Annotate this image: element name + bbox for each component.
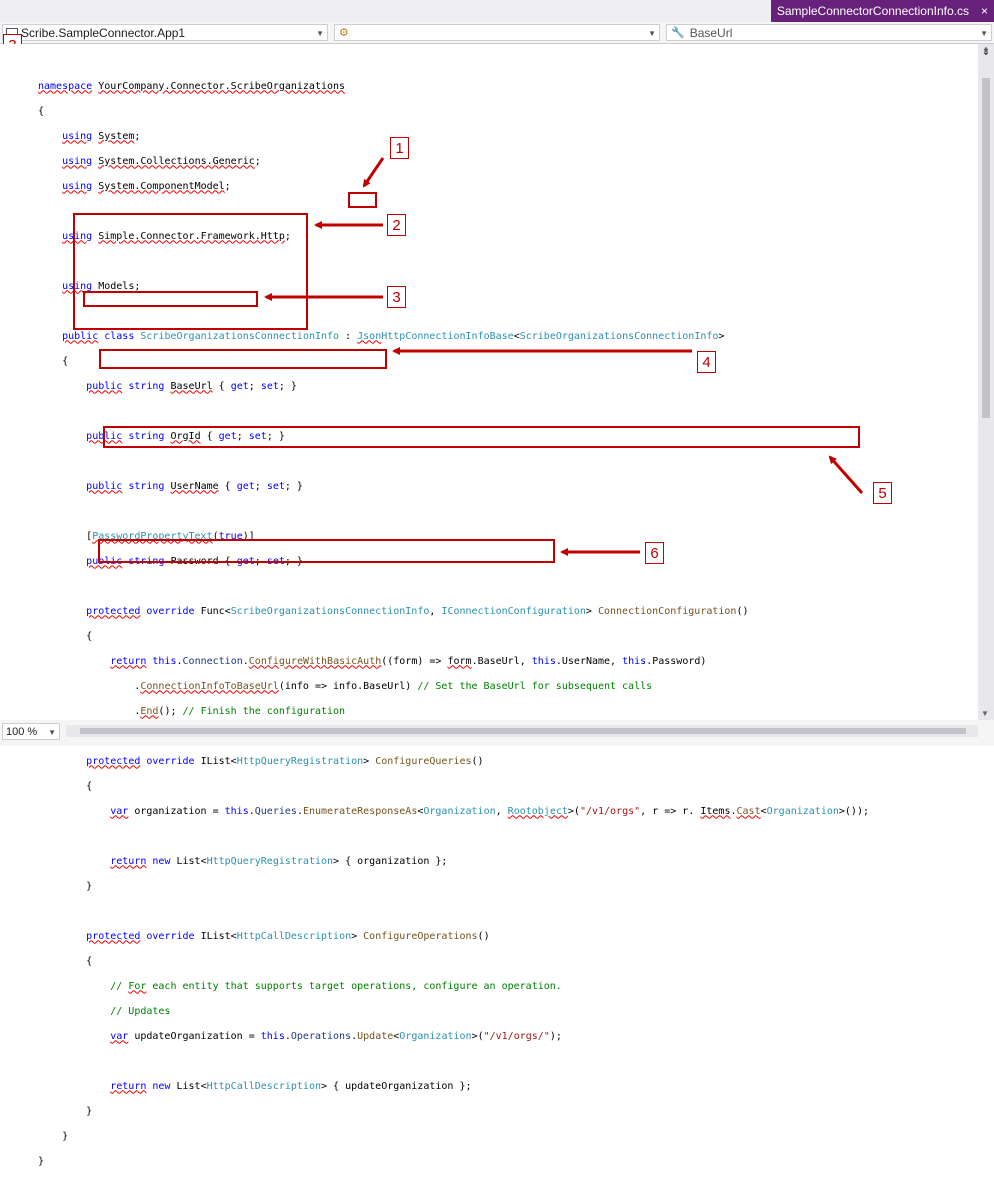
code-line: } xyxy=(38,1105,93,1117)
zoom-value: 100 % xyxy=(6,726,38,738)
code-line: { xyxy=(38,780,93,792)
zoom-dropdown[interactable]: 100 % ▼ xyxy=(2,723,60,740)
chevron-down-icon: ▼ xyxy=(48,728,56,737)
code-line: } xyxy=(38,1130,69,1142)
code-line: protected override IList<HttpQueryRegist… xyxy=(86,755,484,767)
horizontal-scroll-thumb[interactable] xyxy=(80,728,966,734)
code-line: // Updates xyxy=(110,1005,171,1017)
code-line: } xyxy=(38,1155,45,1167)
code-line: return new List<HttpQueryRegistration> {… xyxy=(110,855,448,867)
code-line: return new List<HttpCallDescription> { u… xyxy=(110,1080,472,1092)
code-line: // For each entity that supports target … xyxy=(110,980,562,992)
code-line: { xyxy=(38,955,93,967)
callout-arrow-5 xyxy=(828,455,864,494)
code-line: protected override IList<HttpCallDescrip… xyxy=(86,930,490,942)
callout-arrow-1 xyxy=(362,157,385,188)
code-line: } xyxy=(38,880,93,892)
editor-bottom-bar: 100 % ▼ xyxy=(0,720,994,746)
code-line: var organization = this.Queries.Enumerat… xyxy=(110,805,869,817)
callout-arrows xyxy=(264,157,864,556)
code-line: var updateOrganization = this.Operations… xyxy=(110,1030,562,1042)
horizontal-scrollbar[interactable] xyxy=(66,725,978,737)
